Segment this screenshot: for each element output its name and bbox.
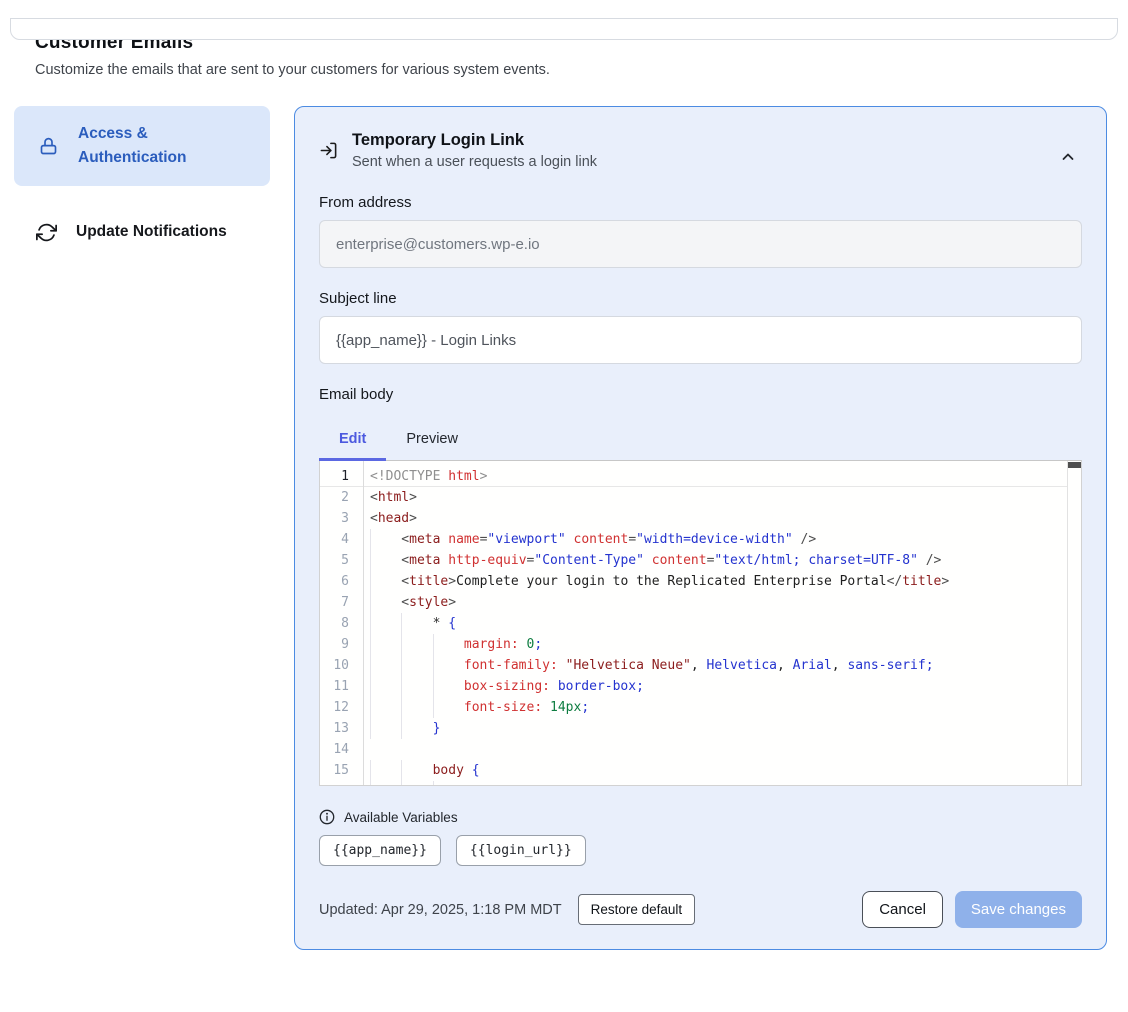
page-subtitle: Customize the emails that are sent to yo… <box>35 62 1107 78</box>
panel-header: Temporary Login Link Sent when a user re… <box>319 131 1082 170</box>
code-line-5[interactable]: 5<meta http-equiv="Content-Type" content… <box>320 550 1081 571</box>
code-line-13[interactable]: 13} <box>320 718 1081 739</box>
available-variables-row: Available Variables <box>319 809 1082 825</box>
updated-timestamp: Updated: Apr 29, 2025, 1:18 PM MDT <box>319 902 562 918</box>
code-line-9[interactable]: 9margin: 0; <box>320 634 1081 655</box>
editor-scrollbar-thumb[interactable] <box>1068 462 1081 468</box>
line-number: 13 <box>320 718 363 739</box>
log-in-icon <box>319 141 338 160</box>
line-number: 2 <box>320 487 363 508</box>
available-variables-label: Available Variables <box>344 810 458 825</box>
email-settings-panel: Temporary Login Link Sent when a user re… <box>294 106 1107 950</box>
info-icon <box>319 809 335 825</box>
sidebar-item-access-authentication[interactable]: Access & Authentication <box>14 106 270 186</box>
chevron-up-icon <box>1060 149 1076 165</box>
variable-chip[interactable]: {{login_url}} <box>456 835 586 866</box>
code-line-8[interactable]: 8* { <box>320 613 1081 634</box>
code-line-14[interactable]: 14 <box>320 739 1081 760</box>
lock-icon <box>38 136 59 157</box>
code-line-3[interactable]: 3<head> <box>320 508 1081 529</box>
code-line-4[interactable]: 4<meta name="viewport" content="width=de… <box>320 529 1081 550</box>
code-line-16[interactable]: 16background-color: #f9f9f9; <box>320 781 1081 786</box>
code-line-15[interactable]: 15body { <box>320 760 1081 781</box>
tab-edit[interactable]: Edit <box>319 422 386 460</box>
sidebar: Access & Authentication Update Notificat… <box>14 106 270 254</box>
from-address-label: From address <box>319 194 1082 211</box>
save-changes-button[interactable]: Save changes <box>955 891 1082 928</box>
variable-chips: {{app_name}} {{login_url}} <box>319 835 1082 866</box>
restore-default-button[interactable]: Restore default <box>578 894 696 925</box>
line-number: 3 <box>320 508 363 529</box>
line-number: 9 <box>320 634 363 655</box>
line-number: 8 <box>320 613 363 634</box>
line-number: 4 <box>320 529 363 550</box>
editor-tabs: Edit Preview <box>319 422 1082 460</box>
from-address-input[interactable] <box>319 220 1082 268</box>
line-number: 16 <box>320 781 363 786</box>
line-number: 7 <box>320 592 363 613</box>
subject-line-label: Subject line <box>319 290 1082 307</box>
sidebar-item-label: Update Notifications <box>76 220 227 244</box>
collapse-panel-button[interactable] <box>1056 145 1080 169</box>
cancel-button[interactable]: Cancel <box>862 891 943 928</box>
code-line-1[interactable]: 1<!DOCTYPE html> <box>320 466 1081 487</box>
panel-header-text: Temporary Login Link Sent when a user re… <box>352 131 597 170</box>
editor-scrollbar-track[interactable] <box>1067 461 1081 785</box>
code-line-7[interactable]: 7<style> <box>320 592 1081 613</box>
previous-card-edge <box>10 18 1118 40</box>
code-line-6[interactable]: 6<title>Complete your login to the Repli… <box>320 571 1081 592</box>
code-line-11[interactable]: 11box-sizing: border-box; <box>320 676 1081 697</box>
code-line-10[interactable]: 10font-family: "Helvetica Neue", Helveti… <box>320 655 1081 676</box>
subject-line-input[interactable] <box>319 316 1082 364</box>
line-number: 11 <box>320 676 363 697</box>
panel-subtitle: Sent when a user requests a login link <box>352 154 597 170</box>
line-number: 5 <box>320 550 363 571</box>
code-line-12[interactable]: 12font-size: 14px; <box>320 697 1081 718</box>
variable-chip[interactable]: {{app_name}} <box>319 835 441 866</box>
line-number: 15 <box>320 760 363 781</box>
panel-footer: Updated: Apr 29, 2025, 1:18 PM MDT Resto… <box>319 891 1082 928</box>
line-number: 10 <box>320 655 363 676</box>
sidebar-item-update-notifications[interactable]: Update Notifications <box>14 210 270 254</box>
email-body-label: Email body <box>319 386 1082 403</box>
line-number: 14 <box>320 739 363 760</box>
sidebar-item-label: Access & Authentication <box>78 122 228 170</box>
content-layout: Access & Authentication Update Notificat… <box>14 106 1107 950</box>
email-body-code-editor[interactable]: 1<!DOCTYPE html>2<html>3<head>4<meta nam… <box>319 460 1082 786</box>
editor-lines: 1<!DOCTYPE html>2<html>3<head>4<meta nam… <box>320 461 1081 786</box>
tab-preview[interactable]: Preview <box>386 422 478 460</box>
panel-title: Temporary Login Link <box>352 131 597 150</box>
code-line-2[interactable]: 2<html> <box>320 487 1081 508</box>
line-number: 1 <box>320 466 363 486</box>
refresh-icon <box>36 222 57 243</box>
line-number: 6 <box>320 571 363 592</box>
line-number: 12 <box>320 697 363 718</box>
